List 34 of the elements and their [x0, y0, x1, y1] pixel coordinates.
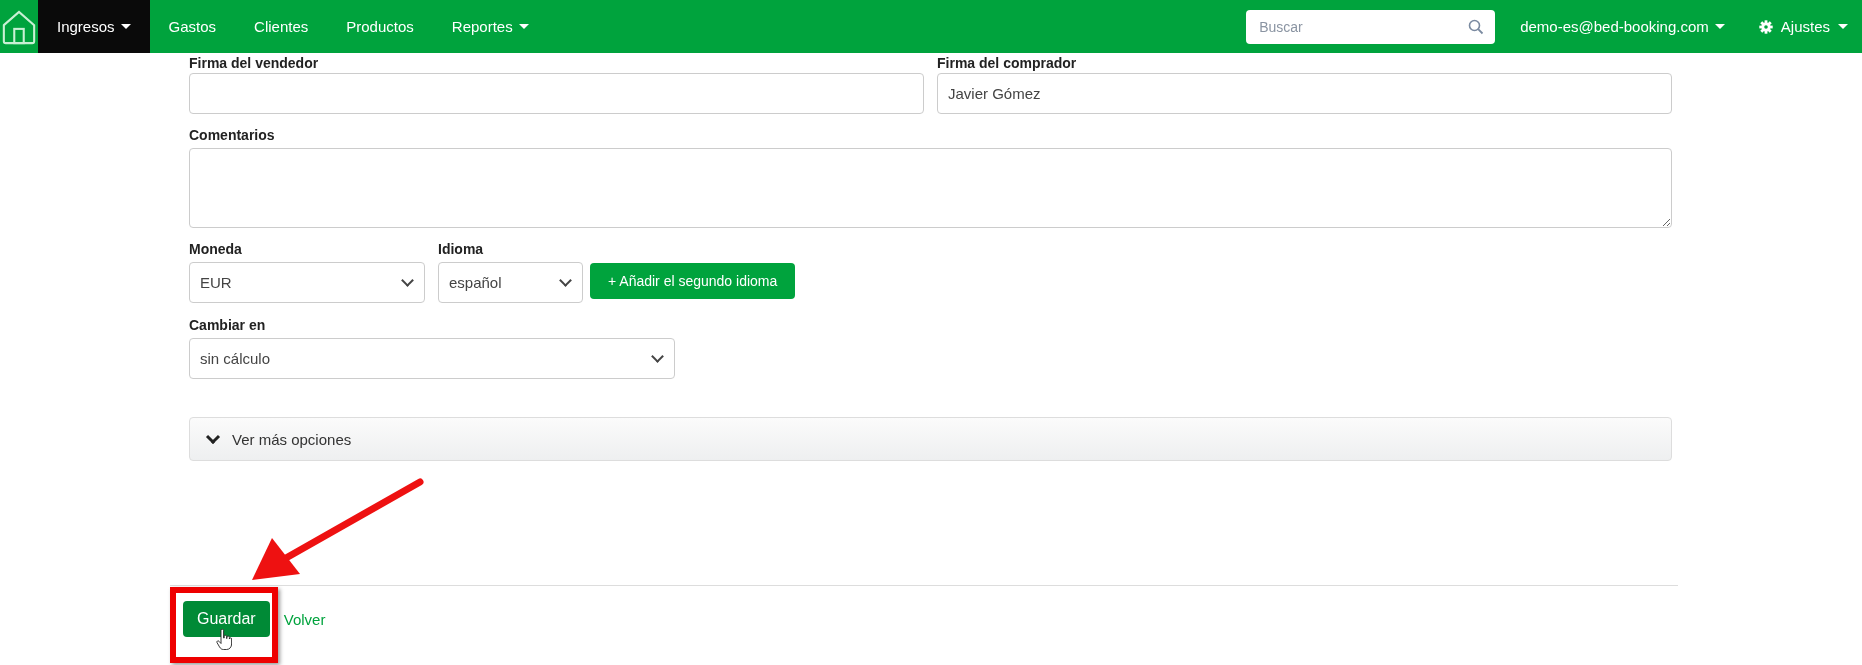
search-field[interactable]: Buscar	[1246, 9, 1496, 44]
field-label: Firma del comprador	[937, 55, 1077, 71]
input-field[interactable]	[189, 73, 924, 114]
caret-icon	[1838, 24, 1848, 29]
field-label: Idioma	[438, 241, 485, 257]
field-label: Comentarios	[189, 127, 276, 143]
comments-field[interactable]	[189, 148, 1672, 228]
field-label: Cambiar en	[189, 317, 267, 333]
search-icon	[1468, 18, 1485, 35]
exchange-select[interactable]: sin cálculo	[189, 338, 675, 379]
nav-tab[interactable]: Clientes	[235, 0, 328, 53]
nav-tab[interactable]: Ingresos	[38, 0, 150, 53]
nav-tab[interactable]: Reportes	[432, 0, 548, 53]
nav-tab[interactable]: Productos	[327, 0, 433, 53]
input-field[interactable]: Javier Gómez	[937, 73, 1672, 114]
field-label: Moneda	[189, 241, 243, 257]
gear-icon	[1758, 19, 1773, 34]
settings-menu[interactable]: Ajustes	[1742, 0, 1862, 53]
nav-tab[interactable]: Gastos	[149, 0, 236, 53]
currency-select[interactable]: EUR	[189, 262, 425, 303]
field-label: Firma del vendedor	[189, 55, 319, 71]
caret-icon	[120, 24, 131, 29]
save-button[interactable]: Guardar	[183, 601, 270, 637]
hand-cursor-icon	[216, 629, 232, 651]
house-icon[interactable]	[1, 8, 37, 46]
add-language-button[interactable]: + Añadir el segundo idioma	[590, 263, 796, 299]
more-options-panel[interactable]: Ver más opciones	[189, 417, 1672, 461]
back-link[interactable]: Volver	[283, 610, 326, 628]
language-select[interactable]: español	[438, 262, 583, 303]
caret-icon	[1714, 24, 1725, 29]
caret-icon	[518, 24, 529, 29]
user-menu[interactable]: demo-es@bed-booking.com	[1508, 0, 1743, 53]
panel-title: Ver más opciones	[232, 430, 352, 448]
settings-label: Ajustes	[1780, 18, 1830, 35]
